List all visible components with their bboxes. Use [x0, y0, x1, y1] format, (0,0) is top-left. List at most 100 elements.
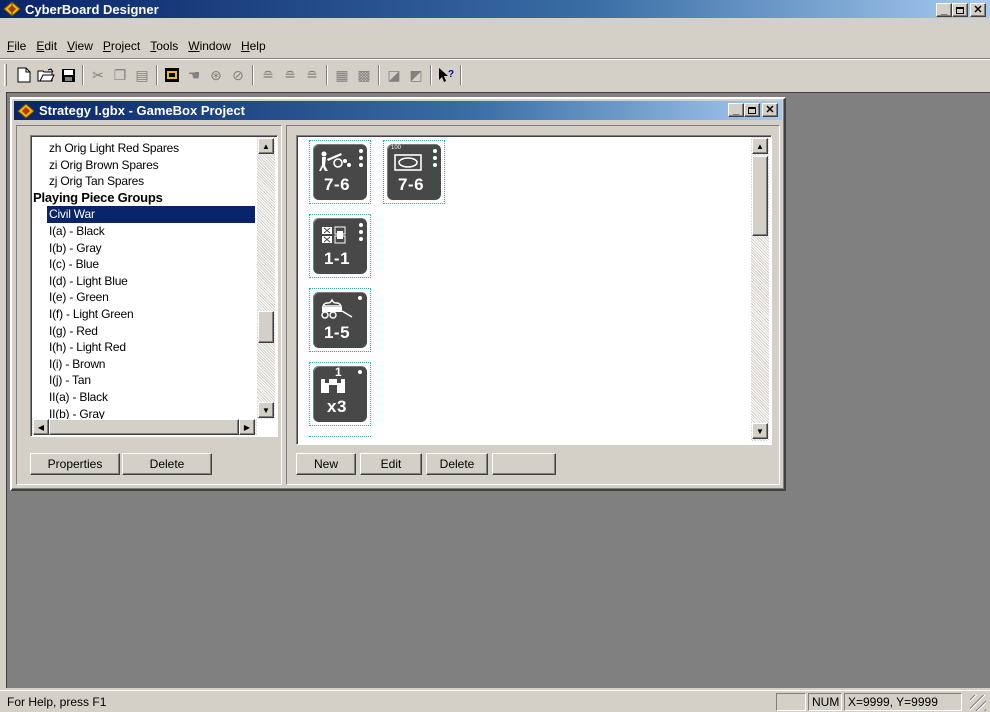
menu-file[interactable]: File — [2, 37, 31, 55]
tree-list[interactable]: zh Orig Light Red Spares zi Orig Brown Sp… — [30, 135, 278, 437]
arrow-left-icon: ◀ — [37, 422, 45, 432]
menu-help[interactable]: Help — [236, 37, 271, 55]
tree-vscrollbar[interactable] — [257, 137, 275, 419]
delete-piece-button[interactable]: Delete — [426, 453, 488, 475]
stack-icon: ≘ — [262, 66, 274, 83]
new-piece-button[interactable]: New — [296, 453, 356, 475]
new-file-button[interactable] — [13, 64, 35, 86]
tree-item[interactable]: zh Orig Light Red Spares — [31, 140, 255, 157]
tree-scroll-left[interactable]: ◀ — [33, 419, 49, 435]
tree-item[interactable]: I(f) - Light Green — [31, 306, 255, 323]
cut-button[interactable]: ✂ — [87, 64, 109, 86]
menu-project[interactable]: Project — [98, 37, 145, 55]
save-button[interactable] — [57, 64, 79, 86]
piece-scroll-up[interactable]: ▲ — [752, 138, 768, 154]
move-icon: ☚ — [187, 66, 201, 83]
maximize-button[interactable] — [952, 3, 968, 17]
minimize-button[interactable]: _ — [936, 3, 952, 17]
tree-item[interactable]: I(c) - Blue — [31, 256, 255, 273]
piece-list[interactable]: 7-6 100 7-6 1-1 1-5 1 x3 ▲ ▼ — [296, 135, 772, 445]
app-title-bar[interactable]: CyberBoard Designer _ ✕ — [0, 0, 990, 18]
cancel-button[interactable]: ⊘ — [227, 64, 249, 86]
edit-piece-button[interactable]: Edit — [360, 453, 422, 475]
open-folder-icon — [37, 67, 55, 81]
maximize-icon — [748, 106, 756, 114]
open-button[interactable] — [35, 64, 57, 86]
stack-button[interactable]: ≘ — [257, 64, 279, 86]
arrow-up-icon: ▲ — [262, 141, 270, 151]
tree-item[interactable]: I(g) - Red — [31, 323, 255, 340]
piece-item[interactable]: 7-6 — [309, 140, 371, 204]
piece-item[interactable]: 1-1 — [309, 214, 371, 278]
send-back-button[interactable]: ◩ — [405, 64, 427, 86]
tree-item[interactable]: I(h) - Light Red — [31, 339, 255, 356]
toolbar-grip[interactable] — [4, 64, 7, 86]
counter-value: 1-5 — [323, 323, 351, 342]
cancel-icon: ⊘ — [232, 66, 244, 83]
tree-scroll-up[interactable]: ▲ — [258, 138, 274, 154]
tree-item[interactable]: II(a) - Black — [31, 389, 255, 406]
close-button[interactable]: ✕ — [970, 3, 986, 17]
svg-text:?: ? — [448, 69, 454, 80]
child-maximize-button[interactable] — [744, 103, 760, 117]
tree-item[interactable]: I(d) - Light Blue — [31, 273, 255, 290]
stack-alt-button[interactable]: ≘ — [279, 64, 301, 86]
grid-fine-button[interactable]: ▩ — [353, 64, 375, 86]
paste-button[interactable]: ▤ — [131, 64, 153, 86]
game-counter: 1-1 — [313, 218, 367, 274]
menu-window[interactable]: Window — [183, 37, 236, 55]
copy-icon: ❐ — [113, 66, 127, 83]
tree-item[interactable]: I(i) - Brown — [31, 356, 255, 373]
context-help-icon: ? — [439, 68, 454, 82]
piece-item[interactable]: 1-5 — [309, 288, 371, 352]
save-disk-icon — [61, 68, 75, 82]
bring-front-button[interactable]: ◪ — [383, 64, 405, 86]
menu-edit[interactable]: Edit — [31, 37, 62, 55]
tree-scroll-right[interactable]: ▶ — [239, 419, 255, 435]
close-icon: ✕ — [765, 103, 775, 116]
menu-tools[interactable]: Tools — [145, 37, 183, 55]
grid-button[interactable]: ▦ — [331, 64, 353, 86]
resize-grip-icon[interactable] — [970, 695, 986, 711]
child-close-button[interactable]: ✕ — [762, 103, 778, 117]
piece-scroll-down[interactable]: ▼ — [752, 423, 768, 439]
counter-dots — [359, 149, 363, 167]
blank-button[interactable] — [492, 453, 556, 475]
child-minimize-button[interactable]: _ — [728, 103, 744, 117]
menu-view[interactable]: View — [62, 37, 98, 55]
tree-group-header[interactable]: Playing Piece Groups — [31, 190, 255, 207]
properties-button[interactable]: Properties — [30, 453, 120, 475]
child-title-bar[interactable]: Strategy I.gbx - GameBox Project _ ✕ — [14, 101, 782, 120]
tree-item[interactable]: I(e) - Green — [31, 289, 255, 306]
tree-item[interactable]: I(a) - Black — [31, 223, 255, 240]
counter-dots — [433, 149, 437, 167]
tree-delete-button-label: Delete — [149, 457, 185, 471]
close-icon: ✕ — [973, 3, 983, 16]
rotate-button[interactable]: ⊛ — [205, 64, 227, 86]
engineer-grid-icon — [319, 223, 353, 247]
tree-delete-button[interactable]: Delete — [122, 453, 212, 475]
stack-third-button[interactable]: ≘ — [301, 64, 323, 86]
tree-item[interactable]: zj Orig Tan Spares — [31, 173, 255, 190]
send-back-icon: ◩ — [409, 66, 423, 83]
bring-front-icon: ◪ — [387, 66, 401, 83]
delete-button-label: Delete — [439, 457, 475, 471]
piece-item[interactable]: 1 x3 — [309, 362, 371, 426]
move-button[interactable]: ☚ — [183, 64, 205, 86]
piece-vscroll-thumb[interactable] — [752, 156, 768, 236]
arrow-down-icon: ▼ — [262, 405, 270, 415]
tree-hscroll-thumb[interactable] — [49, 419, 239, 435]
piece-item-partial[interactable] — [309, 436, 371, 444]
tree-item[interactable]: Civil War — [47, 206, 255, 223]
rotate-icon: ⊛ — [210, 66, 222, 83]
status-help-text: For Help, press F1 — [7, 695, 107, 709]
draw-mode-button[interactable] — [161, 64, 183, 86]
context-help-button[interactable]: ? — [435, 64, 457, 86]
tree-item[interactable]: zi Orig Brown Spares — [31, 157, 255, 174]
copy-button[interactable]: ❐ — [109, 64, 131, 86]
piece-item[interactable]: 100 7-6 — [383, 140, 445, 204]
tree-item[interactable]: I(j) - Tan — [31, 372, 255, 389]
tree-scroll-down[interactable]: ▼ — [258, 402, 274, 418]
tree-vscroll-thumb[interactable] — [258, 311, 274, 343]
tree-item[interactable]: I(b) - Gray — [31, 240, 255, 257]
